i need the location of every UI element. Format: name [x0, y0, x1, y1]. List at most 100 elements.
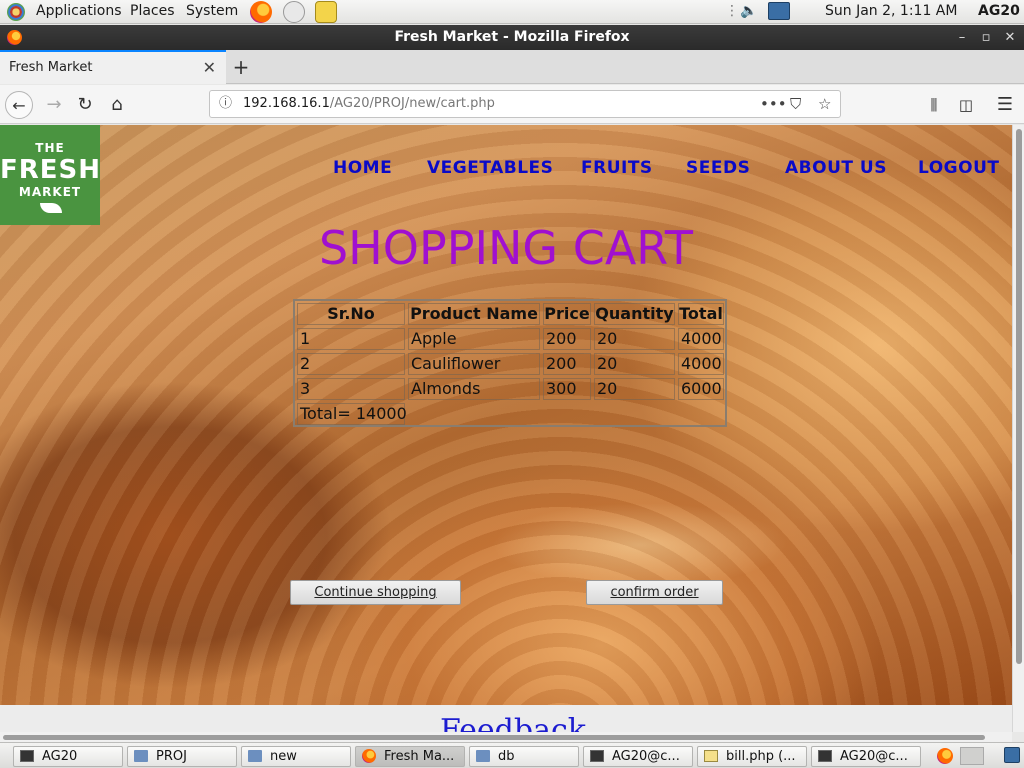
horizontal-scrollbar[interactable]	[0, 732, 1012, 742]
feedback-heading: Feedback	[440, 713, 586, 732]
table-header: Quantity	[594, 303, 675, 325]
system-menu[interactable]: System	[186, 3, 238, 19]
feedback-section: Feedback	[0, 705, 1012, 732]
panel-separator: ⋮	[725, 3, 739, 19]
sidebar-icon[interactable]: ◫	[952, 91, 980, 119]
applications-menu[interactable]: Applications	[36, 3, 122, 19]
table-cell-total: 4000	[678, 353, 724, 375]
forward-button[interactable]: →	[40, 91, 68, 119]
back-button[interactable]: ←	[5, 91, 33, 119]
taskbar-item-label: new	[270, 749, 297, 764]
taskbar-item-proj[interactable]: PROJ	[127, 746, 237, 767]
firefox-launcher-icon[interactable]	[250, 1, 272, 23]
maximize-button[interactable]: ▫	[974, 25, 998, 50]
cart-grand-total: Total= 14000	[297, 403, 407, 425]
page-content: THE FRESH MARKET HOME VEGETABLES FRUITS …	[0, 125, 1012, 705]
table-cell-price: 300	[543, 378, 591, 400]
reload-button[interactable]: ↻	[71, 91, 99, 119]
confirm-order-button[interactable]: confirm order	[586, 580, 723, 605]
url-host: 192.168.16.1	[243, 96, 330, 111]
terminal-icon	[590, 750, 604, 762]
taskbar-item-label: Fresh Ma...	[384, 749, 455, 764]
user-menu[interactable]: AG20	[978, 3, 1020, 19]
url-text[interactable]: 192.168.16.1/AG20/PROJ/new/cart.php	[243, 91, 495, 117]
nav-home[interactable]: HOME	[333, 158, 392, 178]
logo-line-1: THE	[35, 141, 65, 155]
workspace-firefox-icon[interactable]	[937, 748, 953, 764]
tab-fresh-market[interactable]: Fresh Market ✕	[0, 50, 226, 84]
clock[interactable]: Sun Jan 2, 1:11 AM	[825, 3, 957, 19]
notes-launcher-icon[interactable]	[315, 1, 337, 23]
fresh-market-logo[interactable]: THE FRESH MARKET	[0, 125, 100, 225]
menu-icon[interactable]: ☰	[991, 91, 1019, 119]
table-cell-product: Apple	[408, 328, 540, 350]
nav-logout[interactable]: LOGOUT	[918, 158, 999, 178]
page-actions-icon[interactable]: •••	[760, 91, 787, 117]
table-cell-srno: 3	[297, 378, 405, 400]
taskbar-item-bill-php[interactable]: bill.php (...	[697, 746, 807, 767]
taskbar-item-label: bill.php (...	[726, 749, 796, 764]
bookmark-star-icon[interactable]: ☆	[818, 91, 831, 117]
workspace-switcher[interactable]	[960, 747, 984, 765]
close-tab-icon[interactable]: ✕	[203, 58, 216, 77]
navigation-toolbar: ← → ↻ ⌂ ⓘ 192.168.16.1/AG20/PROJ/new/car…	[0, 85, 1024, 124]
table-cell-product: Cauliflower	[408, 353, 540, 375]
pocket-icon[interactable]: ⛉	[790, 91, 801, 117]
table-cell-total: 4000	[678, 328, 724, 350]
tab-title: Fresh Market	[9, 60, 93, 75]
window-titlebar: Fresh Market - Mozilla Firefox – ▫ ✕	[0, 25, 1024, 50]
firefox-icon	[7, 30, 22, 45]
logo-line-2: FRESH	[0, 155, 102, 185]
text-editor-icon	[704, 750, 718, 762]
mail-launcher-icon[interactable]	[283, 1, 305, 23]
minimize-button[interactable]: –	[950, 25, 974, 50]
terminal-icon	[818, 750, 832, 762]
taskbar-item-terminal[interactable]: AG20	[13, 746, 123, 767]
taskbar-item-terminal-3[interactable]: AG20@c...	[811, 746, 921, 767]
table-cell-price: 200	[543, 328, 591, 350]
nav-seeds[interactable]: SEEDS	[686, 158, 750, 178]
taskbar-item-label: AG20@c...	[840, 749, 908, 764]
continue-shopping-button[interactable]: Continue shopping	[290, 580, 461, 605]
library-icon[interactable]: ⫼	[920, 91, 948, 119]
table-cell-price: 200	[543, 353, 591, 375]
places-menu[interactable]: Places	[130, 3, 175, 19]
taskbar-item-firefox[interactable]: Fresh Ma...	[355, 746, 465, 767]
close-window-button[interactable]: ✕	[998, 25, 1022, 50]
table-cell-srno: 2	[297, 353, 405, 375]
table-cell-total: 6000	[678, 378, 724, 400]
firefox-icon	[362, 749, 376, 763]
nav-vegetables[interactable]: VEGETABLES	[427, 158, 553, 178]
folder-icon	[134, 750, 148, 762]
nav-about-us[interactable]: ABOUT US	[785, 158, 887, 178]
taskbar-item-terminal-2[interactable]: AG20@c...	[583, 746, 693, 767]
table-header: Sr.No	[297, 303, 405, 325]
applications-icon[interactable]	[7, 3, 25, 21]
network-icon[interactable]	[768, 2, 790, 20]
taskbar-item-new[interactable]: new	[241, 746, 351, 767]
table-header: Product Name	[408, 303, 540, 325]
horizontal-scroll-thumb[interactable]	[3, 735, 985, 740]
table-cell-srno: 1	[297, 328, 405, 350]
folder-icon	[476, 750, 490, 762]
folder-icon	[248, 750, 262, 762]
home-button[interactable]: ⌂	[103, 91, 131, 119]
nav-fruits[interactable]: FRUITS	[581, 158, 653, 178]
site-info-icon[interactable]: ⓘ	[219, 91, 232, 117]
table-cell-quantity: 20	[594, 353, 675, 375]
volume-icon[interactable]: 🔈	[740, 3, 757, 19]
url-path: /AG20/PROJ/new/cart.php	[329, 96, 495, 111]
url-bar[interactable]: ⓘ 192.168.16.1/AG20/PROJ/new/cart.php ••…	[209, 90, 841, 118]
window-title: Fresh Market - Mozilla Firefox	[394, 29, 630, 45]
taskbar-item-label: PROJ	[156, 749, 187, 764]
table-cell-quantity: 20	[594, 378, 675, 400]
show-desktop-icon[interactable]	[1004, 747, 1020, 763]
vertical-scrollbar[interactable]	[1012, 125, 1024, 732]
leaf-icon	[40, 203, 62, 213]
terminal-icon	[20, 750, 34, 762]
taskbar-item-db[interactable]: db	[469, 746, 579, 767]
vertical-scroll-thumb[interactable]	[1016, 129, 1022, 664]
new-tab-button[interactable]: +	[230, 54, 252, 80]
taskbar-item-label: AG20@c...	[612, 749, 680, 764]
tab-bar: Fresh Market ✕ +	[0, 50, 1024, 84]
